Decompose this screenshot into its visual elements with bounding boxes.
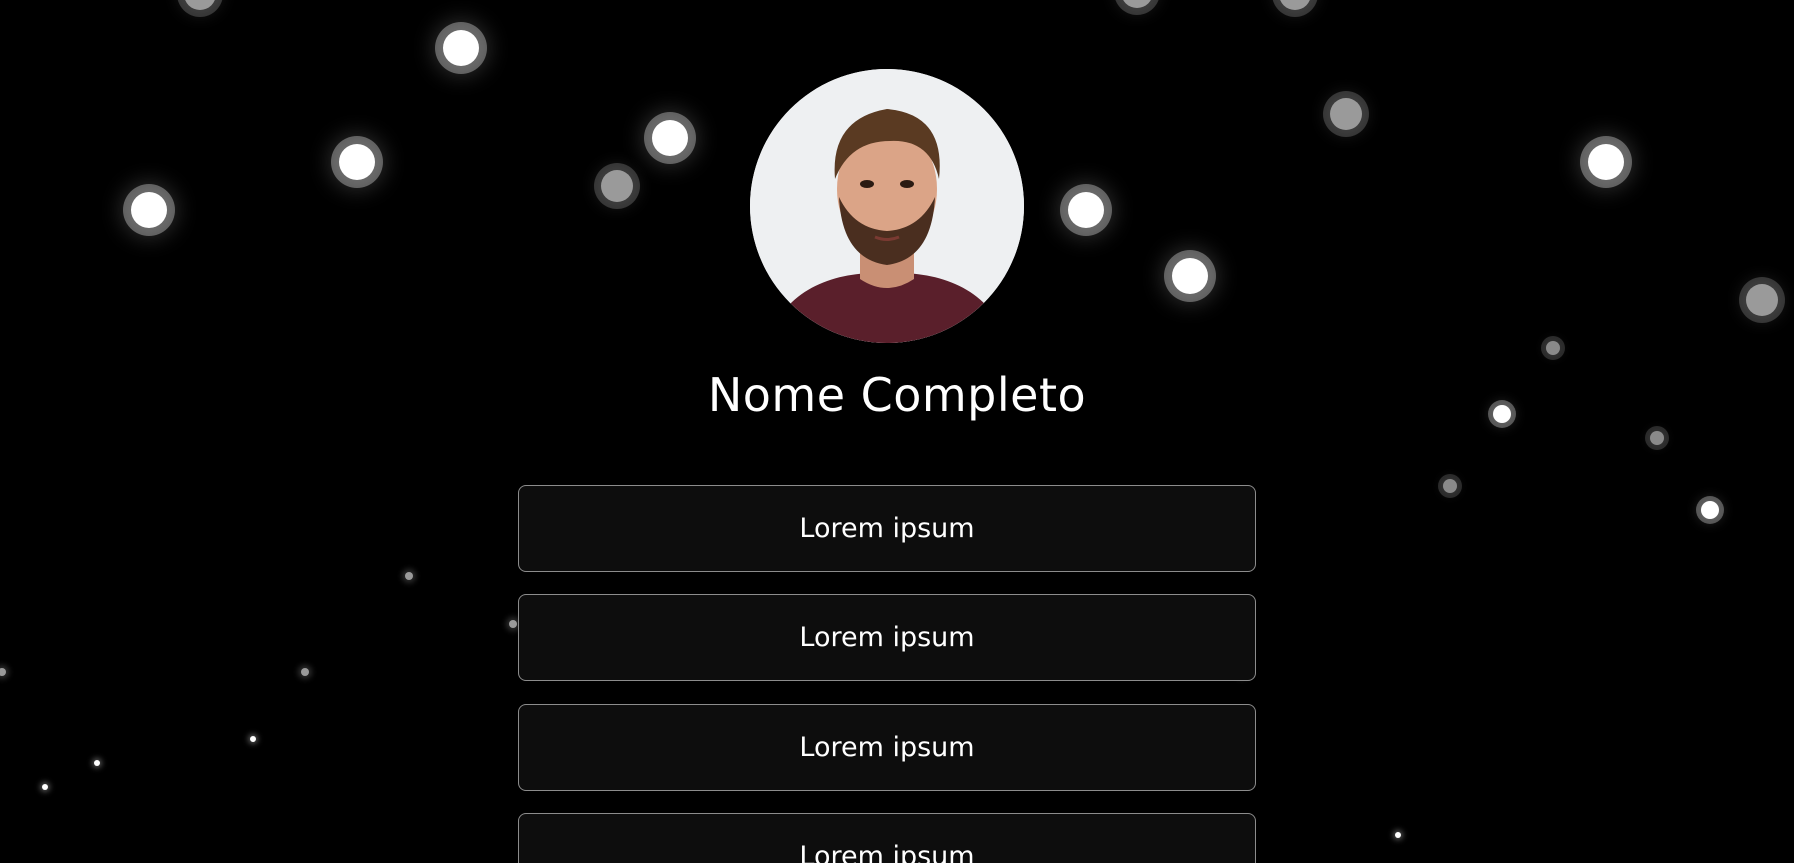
avatar xyxy=(750,69,1024,343)
link-button-label: Lorem ipsum xyxy=(799,622,975,653)
link-button-label: Lorem ipsum xyxy=(799,513,975,544)
profile-card: Nome Completo Lorem ipsum Lorem ipsum Lo… xyxy=(0,0,1794,863)
avatar-image xyxy=(750,69,1024,343)
link-button-label: Lorem ipsum xyxy=(799,732,975,763)
link-button[interactable]: Lorem ipsum xyxy=(518,813,1256,863)
link-button-label: Lorem ipsum xyxy=(799,841,975,863)
profile-name: Nome Completo xyxy=(707,368,1087,422)
link-button[interactable]: Lorem ipsum xyxy=(518,704,1256,791)
link-button[interactable]: Lorem ipsum xyxy=(518,594,1256,681)
link-button[interactable]: Lorem ipsum xyxy=(518,485,1256,572)
page-background: Nome Completo Lorem ipsum Lorem ipsum Lo… xyxy=(0,0,1794,863)
